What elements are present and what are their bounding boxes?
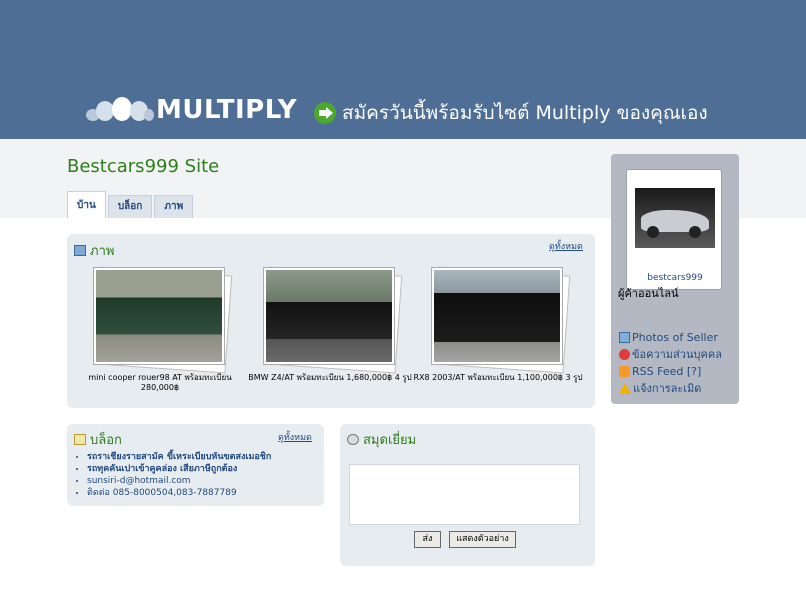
sidebar-link-label: RSS Feed [?] <box>632 365 702 378</box>
blog-panel: บล็อก ดูทั้งหมด รถราเชียงรายสามัค ขี้เหร… <box>67 424 324 506</box>
rss-icon <box>619 366 630 377</box>
sidebar-link-photos[interactable]: Photos of Seller <box>619 329 722 346</box>
photos-see-all-link[interactable]: ดูทั้งหมด <box>549 239 583 253</box>
blog-list: รถราเชียงรายสามัค ขี้เหระเบียบหันขตสงเมอ… <box>77 451 271 499</box>
blog-entry[interactable]: sunsiri-d@hotmail.com <box>87 475 271 487</box>
send-button[interactable]: ส่ง <box>414 531 441 548</box>
blog-entry[interactable]: ติดต่อ 085-8000504,083-7887789 <box>87 487 271 499</box>
photos-panel: ภาพ ดูทั้งหมด mini cooper rouer98 AT พร้… <box>67 234 595 408</box>
speech-bubble-icon <box>347 434 359 445</box>
tab-blog[interactable]: บล็อก <box>107 195 153 218</box>
tab-bar: บ้าน บล็อก ภาพ <box>67 191 195 218</box>
guestbook-panel-title: สมุดเยี่ยม <box>347 429 416 450</box>
photos-panel-title: ภาพ <box>74 240 114 261</box>
blog-entry[interactable]: รถราเชียงรายสามัค ขี้เหระเบียบหันขตสงเมอ… <box>87 451 271 463</box>
blog-entry[interactable]: รถทุคคันเปาเข้าคูคล่อง เสียภาษีถูกต้อง <box>87 463 271 475</box>
blog-panel-title: บล็อก <box>74 429 122 450</box>
preview-button[interactable]: แสดงตัวอย่าง <box>449 531 516 548</box>
tab-home[interactable]: บ้าน <box>67 191 106 218</box>
photo-icon <box>619 332 630 343</box>
tab-photos[interactable]: ภาพ <box>154 195 194 218</box>
profile-photo[interactable] <box>635 188 715 248</box>
photo-caption[interactable]: RX8 2003/AT พร้อมทะเบียน 1,100,000฿ 3 รู… <box>409 373 587 383</box>
sidebar-link-label: ข้อความส่วนบุคคล <box>632 348 722 361</box>
seller-sidebar: bestcars999 ผู้ค้าออนไลน์ Photos of Sell… <box>611 154 739 404</box>
blog-see-all-link[interactable]: ดูทั้งหมด <box>278 430 312 444</box>
logo-text: MULTIPLY <box>156 95 298 125</box>
profile-card[interactable]: bestcars999 <box>626 169 722 290</box>
guestbook-textarea[interactable] <box>349 464 580 525</box>
photo-item[interactable]: RX8 2003/AT พร้อมทะเบียน 1,100,000฿ 3 รู… <box>409 266 587 383</box>
message-icon <box>619 349 630 360</box>
sidebar-link-label: แจ้งการละเมิด <box>633 382 702 395</box>
photo-icon <box>74 245 86 256</box>
photo-thumbnail[interactable] <box>263 266 403 374</box>
sidebar-link-label: Photos of Seller <box>632 331 718 344</box>
photo-caption[interactable]: BMW Z4/AT พร้อมทะเบียน 1,680,000฿ 4 รูป <box>241 373 419 383</box>
online-status: ผู้ค้าออนไลน์ <box>618 287 679 300</box>
sidebar-link-report[interactable]: แจ้งการละเมิด <box>619 380 722 397</box>
guestbook-title-text: สมุดเยี่ยม <box>363 433 417 448</box>
guestbook-panel: สมุดเยี่ยม ส่ง แสดงตัวอย่าง <box>340 424 595 566</box>
multiply-logo[interactable]: MULTIPLY <box>86 95 297 125</box>
photo-item[interactable]: BMW Z4/AT พร้อมทะเบียน 1,680,000฿ 4 รูป <box>241 266 419 383</box>
blog-title-text: บล็อก <box>90 433 122 448</box>
photo-caption[interactable]: mini cooper rouer98 AT พร้อมทะเบียน 280,… <box>71 373 249 393</box>
site-title: Bestcars999 Site <box>67 156 220 177</box>
people-icon <box>86 95 154 125</box>
photo-thumbnail[interactable] <box>93 266 233 374</box>
sidebar-links: Photos of Seller ข้อความส่วนบุคคล RSS Fe… <box>619 329 722 397</box>
warning-icon <box>619 383 631 394</box>
photos-title-text: ภาพ <box>90 244 115 259</box>
header-banner: MULTIPLY สมัครวันนี้พร้อมรับไซต์ Multipl… <box>0 0 806 139</box>
photo-item[interactable]: mini cooper rouer98 AT พร้อมทะเบียน 280,… <box>71 266 249 393</box>
pencil-note-icon <box>74 434 86 445</box>
username-link[interactable]: bestcars999 <box>627 273 723 283</box>
arrow-right-icon <box>314 102 336 124</box>
photo-thumbnail[interactable] <box>431 266 571 374</box>
signup-link[interactable]: สมัครวันนี้พร้อมรับไซต์ Multiply ของคุณเ… <box>314 98 708 128</box>
signup-text: สมัครวันนี้พร้อมรับไซต์ Multiply ของคุณเ… <box>342 102 708 124</box>
sidebar-link-message[interactable]: ข้อความส่วนบุคคล <box>619 346 722 363</box>
sidebar-link-rss[interactable]: RSS Feed [?] <box>619 363 722 380</box>
